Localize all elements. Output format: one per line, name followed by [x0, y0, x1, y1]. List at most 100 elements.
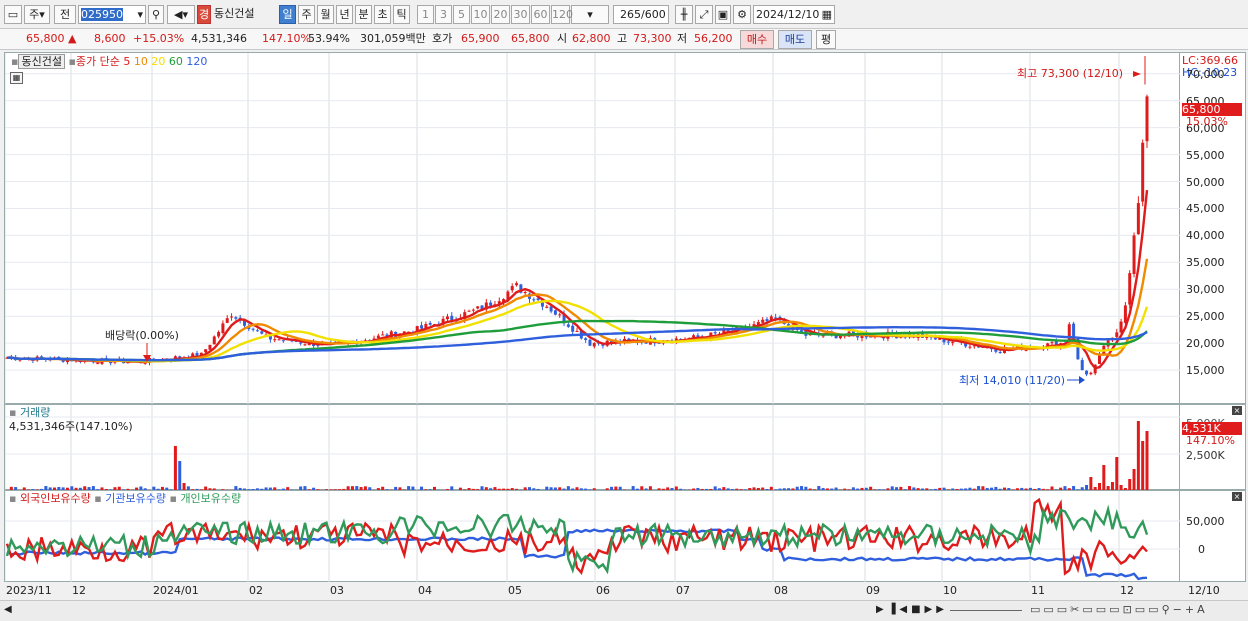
- candle-body: [545, 306, 549, 308]
- gear-icon[interactable]: ⚙: [733, 5, 751, 24]
- tab-0[interactable]: 일: [279, 5, 296, 24]
- price-legend: ▪ 동신건설 ▪종가 단순 5 10 20 60 120: [11, 54, 208, 69]
- interval-tab-120[interactable]: 120: [551, 5, 573, 24]
- volume-pane[interactable]: ▪ 거래량 4,531,346주(147.10%): [4, 404, 1181, 491]
- candle-body: [381, 334, 385, 336]
- candle-body: [230, 316, 234, 318]
- draw-tool-icon[interactable]: ⤢: [695, 5, 713, 24]
- interval-tab-10[interactable]: 10: [471, 5, 490, 24]
- ma-period-120: 120: [182, 55, 208, 68]
- volume-bar: [1089, 477, 1093, 491]
- window-icon[interactable]: ▭: [4, 5, 22, 24]
- holding-tick-50000: 50,000: [1186, 515, 1225, 528]
- tab-4[interactable]: 분: [355, 5, 372, 24]
- candle-body: [273, 339, 277, 341]
- interval-tab-3[interactable]: 3: [435, 5, 452, 24]
- interval-tab-20[interactable]: 20: [491, 5, 510, 24]
- scroll-left-icon[interactable]: ◀: [4, 604, 12, 615]
- sell-button[interactable]: 매도: [778, 30, 812, 49]
- tab-1[interactable]: 주: [298, 5, 315, 24]
- pane-close-icon[interactable]: ×: [1232, 492, 1242, 501]
- search-icon[interactable]: ⚲: [148, 5, 164, 24]
- volume-bar: [1102, 465, 1106, 491]
- candle-body: [204, 349, 208, 353]
- date-input[interactable]: 2024/12/10 ▦: [753, 5, 835, 24]
- candle-body: [303, 344, 307, 346]
- save-icon[interactable]: ▣: [715, 5, 731, 24]
- candle-body: [558, 314, 562, 316]
- tab-6[interactable]: 틱: [393, 5, 410, 24]
- candle-body: [968, 346, 972, 348]
- candle-body: [476, 306, 480, 309]
- stock-code-input[interactable]: 025950 ▾: [78, 5, 146, 24]
- candle-body: [523, 292, 527, 294]
- quote-bar: 65,800 ▲ 8,600 +15.03% 4,531,346 147.10%…: [0, 29, 1248, 50]
- price-pane[interactable]: ▪ 동신건설 ▪종가 단순 5 10 20 60 120 ▦ 최고 73,300 …: [4, 52, 1181, 405]
- count-input[interactable]: 265/600: [613, 5, 669, 24]
- x-label-4: 03: [330, 584, 344, 597]
- candle-body: [515, 283, 519, 286]
- candle-body: [800, 330, 804, 332]
- x-label-3: 02: [249, 584, 263, 597]
- x-label-6: 05: [508, 584, 522, 597]
- interval-tab-60[interactable]: 60: [531, 5, 550, 24]
- interval-tab-30[interactable]: 30: [511, 5, 530, 24]
- ma-period-10: 10: [130, 55, 148, 68]
- x-label-1: 12: [72, 584, 86, 597]
- candle-body: [1145, 96, 1149, 142]
- high-price: 73,300: [633, 32, 672, 45]
- holding-legend: ▪ 외국인보유수량 ▪ 기관보유수량 ▪ 개인보유수량: [9, 492, 242, 505]
- holding-pane[interactable]: ▪ 외국인보유수량 ▪ 기관보유수량 ▪ 개인보유수량: [4, 490, 1181, 583]
- ma-label: 종가 단순: [75, 55, 120, 68]
- candle-body: [1089, 372, 1093, 375]
- x-axis-end-label: 12/10: [1188, 584, 1220, 597]
- candle-body: [592, 343, 596, 347]
- up-arrow-icon: ▲: [68, 32, 77, 45]
- x-label-7: 06: [596, 584, 610, 597]
- interval-tab-5[interactable]: 5: [453, 5, 470, 24]
- interval-dropdown[interactable]: ▾: [571, 5, 609, 24]
- price-tick-11: 15,000: [1186, 364, 1225, 378]
- current-price: 65,800: [26, 32, 65, 45]
- interval-tab-1[interactable]: 1: [417, 5, 434, 24]
- tab-5[interactable]: 초: [374, 5, 391, 24]
- candle-icon[interactable]: ╫: [675, 5, 693, 24]
- top-toolbar: ▭ 주▾ 전 025950 ▾ ⚲ ◀▾ 경 동신건설 ▾ 265/600 ╫ ⤢…: [0, 0, 1248, 29]
- candle-body: [96, 363, 100, 365]
- buy-button[interactable]: 매수: [740, 30, 774, 49]
- zoom-slider[interactable]: [950, 610, 1022, 613]
- eval-button[interactable]: 평: [816, 30, 836, 49]
- x-label-10: 09: [866, 584, 880, 597]
- period-dropdown[interactable]: 주▾: [24, 5, 50, 24]
- candle-body: [1123, 305, 1127, 323]
- candle-body: [1085, 370, 1089, 375]
- pane-close-icon[interactable]: ×: [1232, 406, 1242, 415]
- candle-body: [765, 319, 769, 322]
- candle-body: [445, 316, 449, 320]
- speaker-icon[interactable]: ◀▾: [167, 5, 195, 24]
- candle-body: [489, 302, 493, 306]
- candle-body: [212, 336, 216, 345]
- tab-2[interactable]: 월: [317, 5, 334, 24]
- bottom-scrollbar[interactable]: ◀ ▶▐◀■▶▶ ▭▭▭✂▭▭▭⊡▭▭⚲−+A: [0, 600, 1248, 621]
- chart-tool-icons[interactable]: ▭▭▭✂▭▭▭⊡▭▭⚲−+A: [1030, 603, 1208, 616]
- candle-body: [532, 299, 536, 301]
- candle-body: [553, 310, 557, 315]
- prev-button[interactable]: 전: [54, 5, 76, 24]
- volume-bar: [1132, 469, 1136, 491]
- candle-body: [234, 317, 238, 319]
- x-label-2: 2024/01: [153, 584, 199, 597]
- price-tick-3: 55,000: [1186, 148, 1225, 162]
- play-controls[interactable]: ▶▐◀■▶▶: [876, 604, 948, 615]
- calendar-icon[interactable]: ▦: [822, 6, 832, 23]
- candle-body: [946, 341, 950, 343]
- x-label-5: 04: [418, 584, 432, 597]
- candle-body: [571, 325, 575, 332]
- tab-3[interactable]: 년: [336, 5, 353, 24]
- price-tick-8: 30,000: [1186, 283, 1225, 297]
- candle-body: [221, 323, 225, 334]
- candle-body: [251, 328, 255, 330]
- x-label-11: 10: [943, 584, 957, 597]
- ma-line-10: [6, 258, 1149, 363]
- table-icon[interactable]: ▦: [10, 72, 23, 84]
